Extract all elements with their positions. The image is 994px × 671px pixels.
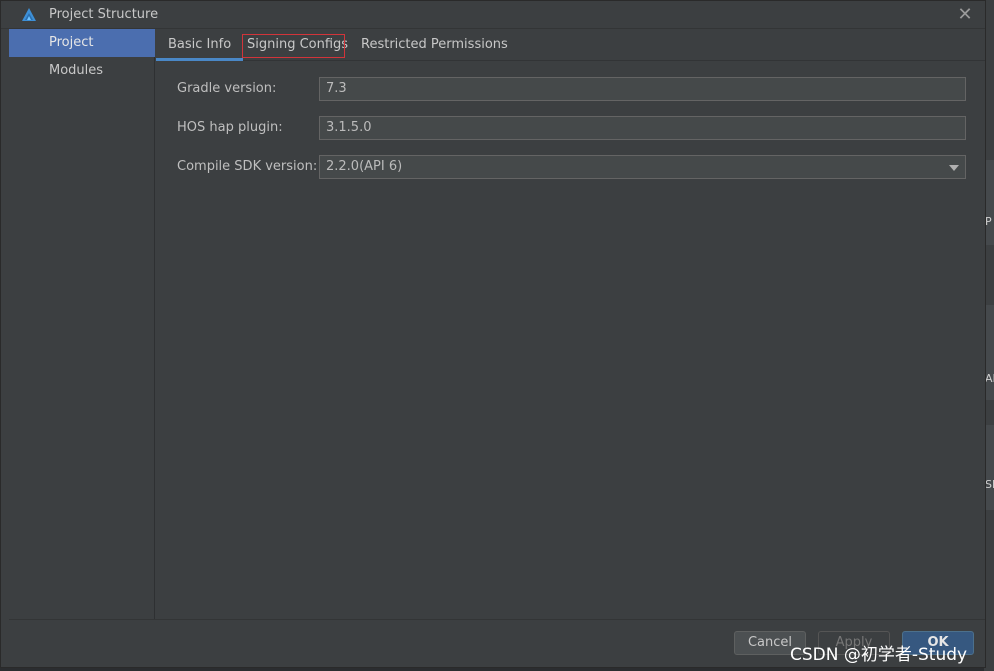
background-text: AF bbox=[985, 372, 994, 385]
window-title: Project Structure bbox=[49, 7, 159, 22]
main-panel: Basic Info Signing Configs Restricted Pe… bbox=[156, 29, 985, 619]
close-icon[interactable]: ✕ bbox=[955, 5, 975, 25]
sidebar-item-project[interactable]: Project bbox=[9, 29, 155, 57]
compile-sdk-version-select[interactable]: 2.2.0(API 6) bbox=[319, 155, 966, 179]
watermark: CSDN @初学者-Study bbox=[790, 645, 968, 665]
sidebar: Project Modules bbox=[9, 29, 155, 619]
title-bar: Project Structure ✕ bbox=[1, 1, 985, 29]
gradle-version-label: Gradle version: bbox=[177, 81, 277, 96]
background-text: SI bbox=[985, 478, 994, 491]
tab-signing-configs[interactable]: Signing Configs bbox=[247, 29, 348, 61]
hos-hap-plugin-label: HOS hap plugin: bbox=[177, 120, 283, 135]
chevron-down-icon bbox=[949, 165, 959, 171]
hos-hap-plugin-field[interactable]: 3.1.5.0 bbox=[319, 116, 966, 140]
sidebar-item-modules[interactable]: Modules bbox=[9, 57, 155, 85]
gradle-version-field[interactable]: 7.3 bbox=[319, 77, 966, 101]
tab-restricted-permissions[interactable]: Restricted Permissions bbox=[361, 29, 508, 61]
compile-sdk-version-label: Compile SDK version: bbox=[177, 159, 318, 174]
project-structure-dialog: Project Structure ✕ Project Modules Basi… bbox=[0, 0, 986, 668]
tab-basic-info[interactable]: Basic Info bbox=[156, 29, 244, 61]
app-icon bbox=[22, 8, 36, 21]
compile-sdk-version-value: 2.2.0(API 6) bbox=[326, 159, 403, 174]
tab-bar: Basic Info Signing Configs Restricted Pe… bbox=[156, 29, 985, 61]
